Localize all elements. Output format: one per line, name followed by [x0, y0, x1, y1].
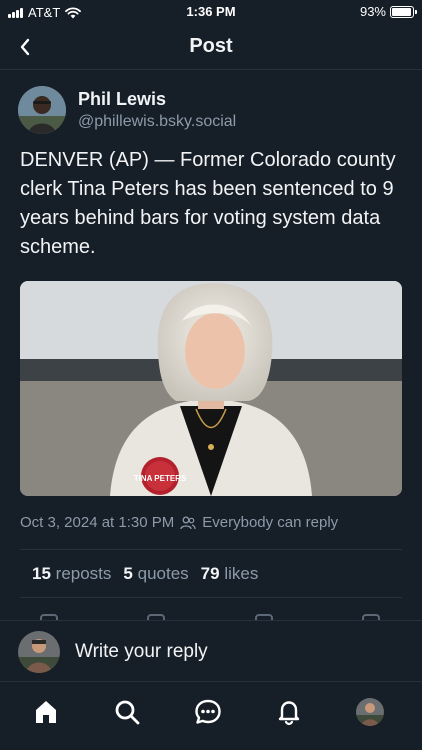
profile-avatar: [356, 698, 384, 726]
people-icon: [180, 516, 196, 529]
chat-icon: [195, 699, 221, 724]
battery-percent: 93%: [359, 4, 386, 19]
likes-stat[interactable]: 79 likes: [201, 564, 259, 584]
post-body: DENVER (AP) — Former Colorado county cle…: [20, 149, 396, 258]
reply-permission: Everybody can reply: [202, 514, 339, 531]
author-handle[interactable]: @phillewis.bsky.social: [78, 113, 236, 131]
home-icon: [36, 701, 56, 723]
status-bar: AT&T 1:36 PM 93%: [0, 0, 422, 24]
post-actions: [40, 612, 380, 620]
reposts-stat[interactable]: 15 reposts: [32, 564, 111, 584]
quotes-stat[interactable]: 5 quotes: [123, 564, 188, 584]
author-avatar[interactable]: [18, 86, 66, 134]
post-photo: TINA PETERS: [20, 281, 402, 496]
my-avatar-image: [18, 631, 60, 673]
likes-label: likes: [224, 564, 259, 583]
chevron-left-icon: [20, 38, 30, 56]
post-image[interactable]: TINA PETERS: [20, 281, 402, 496]
back-button[interactable]: [12, 34, 38, 60]
tab-bar: [0, 682, 422, 750]
search-icon: [115, 700, 140, 725]
pin-text: TINA PETERS: [134, 474, 187, 483]
likes-count: 79: [200, 564, 220, 583]
battery-icon: [390, 5, 417, 18]
bell-icon: [278, 701, 300, 726]
status-time: 1:36 PM: [186, 4, 236, 19]
post-header: Post: [0, 24, 422, 70]
post-author[interactable]: Phil Lewis @phillewis.bsky.social: [18, 86, 236, 134]
my-avatar: [18, 631, 60, 673]
post-meta: Oct 3, 2024 at 1:30 PM Everybody can rep…: [20, 514, 338, 531]
tab-profile[interactable]: [352, 694, 388, 730]
divider: [20, 597, 402, 598]
reposts-count: 15: [32, 564, 51, 583]
reposts-label: reposts: [55, 564, 112, 583]
tab-search[interactable]: [109, 694, 145, 730]
tab-home[interactable]: [28, 694, 64, 730]
quotes-label: quotes: [137, 564, 189, 583]
post-stats: 15 reposts 5 quotes 79 likes: [32, 564, 258, 584]
tab-chat[interactable]: [190, 694, 226, 730]
author-info: Phil Lewis @phillewis.bsky.social: [78, 89, 236, 131]
quotes-count: 5: [123, 564, 133, 583]
page-title: Post: [189, 35, 233, 57]
post-timestamp: Oct 3, 2024 at 1:30 PM: [20, 514, 175, 531]
battery-level-fill: [392, 7, 411, 16]
reply-input[interactable]: Write your reply: [75, 641, 208, 663]
divider: [20, 549, 402, 550]
status-right: 93%: [359, 4, 417, 19]
tab-notifications[interactable]: [271, 694, 307, 730]
reply-bar[interactable]: Write your reply: [0, 620, 422, 682]
author-avatar-image: [18, 86, 66, 134]
profile-avatar-image: [356, 698, 384, 726]
author-name[interactable]: Phil Lewis: [78, 89, 236, 110]
